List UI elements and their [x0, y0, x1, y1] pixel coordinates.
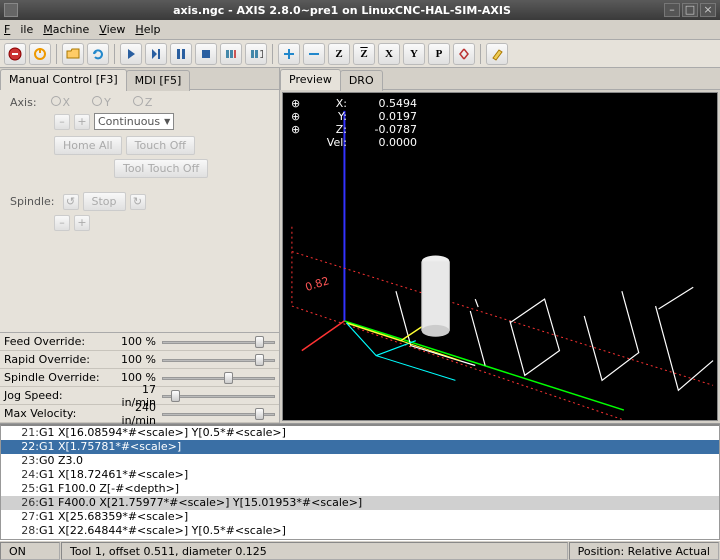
view-p-icon[interactable]: P: [428, 43, 450, 65]
menu-help[interactable]: Help: [135, 23, 160, 36]
axis-label: Axis:: [10, 96, 37, 109]
tab-manual-control[interactable]: Manual Control [F3]: [0, 69, 127, 90]
view-y-icon[interactable]: Y: [403, 43, 425, 65]
status-on: ON: [0, 542, 60, 560]
jog-plus-button[interactable]: +: [74, 114, 90, 130]
jog-minus-button[interactable]: –: [54, 114, 70, 130]
gcode-line[interactable]: 24: G1 X[18.72461*#<scale>]: [1, 468, 719, 482]
gcode-line[interactable]: 22: G1 X[1.75781*#<scale>]: [1, 440, 719, 454]
step-icon[interactable]: [145, 43, 167, 65]
rapid-override-label: Rapid Override:: [4, 353, 114, 366]
rapid-override-value: 100 %: [114, 353, 162, 366]
home-all-button[interactable]: Home All: [54, 136, 122, 155]
dro-z-value: -0.0787: [347, 123, 417, 136]
maximize-button[interactable]: □: [682, 3, 698, 17]
spindle-cw-button[interactable]: ↻: [130, 194, 146, 210]
gcode-line[interactable]: 26: G1 F400.0 X[21.75977*#<scale>] Y[15.…: [1, 496, 719, 510]
menu-file[interactable]: File: [4, 23, 33, 36]
status-position: Position: Relative Actual: [569, 542, 719, 560]
preview-3d-view[interactable]: 0.82 ⊕X:0.5494 ⊕Y:0.0197 ⊕Z:-0.0787 Vel:…: [282, 92, 718, 421]
axis-x-radio[interactable]: X: [51, 96, 71, 109]
close-button[interactable]: ×: [700, 3, 716, 17]
jog-speed-label: Jog Speed:: [4, 389, 114, 402]
view-rotate-icon[interactable]: [453, 43, 475, 65]
jog-speed-slider[interactable]: [162, 390, 275, 402]
toolbar: 1 Z Z X Y P: [0, 40, 720, 68]
max-velocity-slider[interactable]: [162, 408, 275, 420]
feed-override-slider[interactable]: [162, 336, 275, 348]
zoom-in-icon[interactable]: [278, 43, 300, 65]
statusbar: ON Tool 1, offset 0.511, diameter 0.125 …: [0, 540, 720, 560]
feed-override-label: Feed Override:: [4, 335, 114, 348]
menubar: File Machine View Help: [0, 20, 720, 40]
zoom-out-icon[interactable]: [303, 43, 325, 65]
axis-z-radio[interactable]: Z: [133, 96, 153, 109]
minimize-button[interactable]: –: [664, 3, 680, 17]
view-z-icon[interactable]: Z: [328, 43, 350, 65]
svg-text:0.82: 0.82: [304, 274, 331, 294]
clear-plot-icon[interactable]: [486, 43, 508, 65]
status-tool: Tool 1, offset 0.511, diameter 0.125: [61, 542, 568, 560]
optional-stop-icon[interactable]: 1: [245, 43, 267, 65]
left-tabs: Manual Control [F3] MDI [F5]: [0, 68, 279, 90]
gcode-line[interactable]: 28: G1 X[22.64844*#<scale>] Y[0.5*#<scal…: [1, 524, 719, 538]
menu-machine[interactable]: Machine: [43, 23, 89, 36]
feed-override-value: 100 %: [114, 335, 162, 348]
dro-vel-value: 0.0000: [347, 136, 417, 149]
gcode-line[interactable]: 27: G1 X[25.68359*#<scale>]: [1, 510, 719, 524]
rapid-override-slider[interactable]: [162, 354, 275, 366]
overrides-panel: Feed Override: 100 % Rapid Override: 100…: [0, 332, 279, 423]
window-title: axis.ngc - AXIS 2.8.0~pre1 on LinuxCNC-H…: [22, 4, 662, 17]
spindle-label: Spindle:: [10, 195, 55, 208]
power-icon[interactable]: [29, 43, 51, 65]
run-icon[interactable]: [120, 43, 142, 65]
reload-icon[interactable]: [87, 43, 109, 65]
gcode-listing[interactable]: 21: G1 X[16.08594*#<scale>] Y[0.5*#<scal…: [0, 424, 720, 540]
spindle-ccw-button[interactable]: ↺: [63, 194, 79, 210]
gcode-line[interactable]: 21: G1 X[16.08594*#<scale>] Y[0.5*#<scal…: [1, 426, 719, 440]
max-velocity-value: 240 in/min: [114, 401, 162, 427]
tab-dro[interactable]: DRO: [340, 70, 383, 91]
estop-icon[interactable]: [4, 43, 26, 65]
pause-icon[interactable]: [170, 43, 192, 65]
dro-overlay: ⊕X:0.5494 ⊕Y:0.0197 ⊕Z:-0.0787 Vel:0.000…: [291, 97, 417, 149]
app-icon: [4, 3, 18, 17]
view-z2-icon[interactable]: Z: [353, 43, 375, 65]
view-x-icon[interactable]: X: [378, 43, 400, 65]
window-titlebar: axis.ngc - AXIS 2.8.0~pre1 on LinuxCNC-H…: [0, 0, 720, 20]
jog-mode-select[interactable]: Continuous▼: [94, 113, 174, 130]
svg-text:1: 1: [259, 48, 263, 61]
stop-icon[interactable]: [195, 43, 217, 65]
tab-mdi[interactable]: MDI [F5]: [126, 70, 191, 91]
spindle-override-label: Spindle Override:: [4, 371, 114, 384]
tab-preview[interactable]: Preview: [280, 69, 341, 90]
max-velocity-label: Max Velocity:: [4, 407, 114, 420]
right-tabs: Preview DRO: [280, 68, 720, 90]
spindle-minus-button[interactable]: –: [54, 215, 70, 231]
spindle-stop-button[interactable]: Stop: [83, 192, 126, 211]
axis-y-radio[interactable]: Y: [92, 96, 111, 109]
spindle-plus-button[interactable]: +: [74, 215, 90, 231]
open-file-icon[interactable]: [62, 43, 84, 65]
menu-view[interactable]: View: [99, 23, 125, 36]
touch-off-button[interactable]: Touch Off: [126, 136, 195, 155]
skip-lines-icon[interactable]: [220, 43, 242, 65]
tool-touch-off-button[interactable]: Tool Touch Off: [114, 159, 208, 178]
dro-y-value: 0.0197: [347, 110, 417, 123]
dro-x-value: 0.5494: [347, 97, 417, 110]
gcode-line[interactable]: 25: G1 F100.0 Z[-#<depth>]: [1, 482, 719, 496]
spindle-override-slider[interactable]: [162, 372, 275, 384]
gcode-line[interactable]: 23: G0 Z3.0: [1, 454, 719, 468]
